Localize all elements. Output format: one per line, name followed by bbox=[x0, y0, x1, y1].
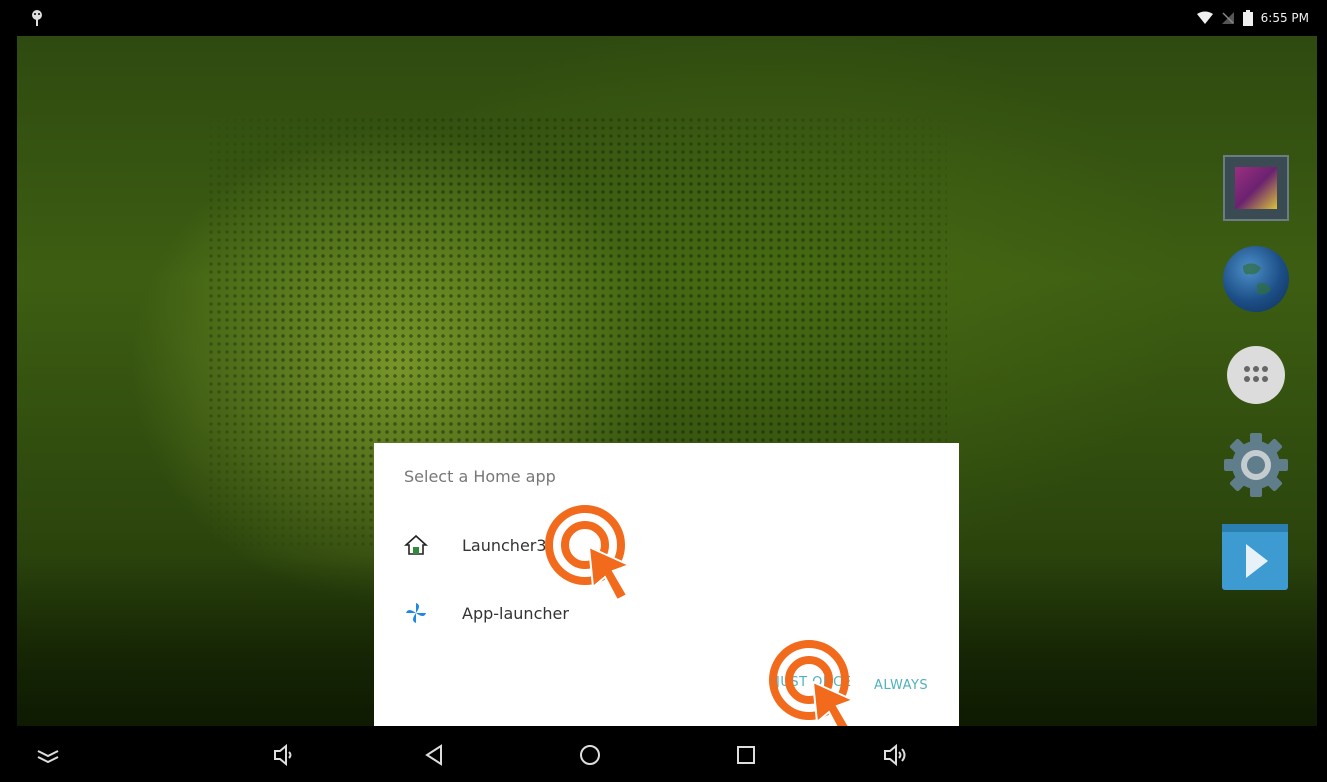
browser-icon[interactable] bbox=[1223, 246, 1289, 312]
status-time: 6:55 PM bbox=[1260, 11, 1309, 25]
volume-down-icon[interactable] bbox=[271, 742, 297, 768]
settings-icon[interactable] bbox=[1223, 432, 1289, 498]
android-debug-icon bbox=[32, 10, 42, 26]
option-label: Launcher3 bbox=[462, 535, 547, 555]
battery-icon bbox=[1242, 10, 1253, 26]
gallery-icon[interactable] bbox=[1223, 155, 1289, 221]
play-store-icon[interactable] bbox=[1222, 524, 1288, 590]
always-button[interactable]: ALWAYS bbox=[874, 678, 928, 693]
navigation-bar bbox=[17, 726, 1317, 782]
hide-nav-icon[interactable] bbox=[35, 742, 61, 768]
select-home-app-dialog: Select a Home app Launcher3 App-launcher… bbox=[374, 443, 959, 726]
status-bar: 6:55 PM bbox=[17, 0, 1317, 36]
option-launcher3[interactable]: Launcher3 bbox=[374, 515, 959, 575]
dialog-title: Select a Home app bbox=[404, 467, 556, 486]
home-icon[interactable] bbox=[577, 742, 603, 768]
tap-indicator-icon bbox=[769, 640, 856, 737]
no-signal-icon bbox=[1221, 12, 1234, 24]
back-icon[interactable] bbox=[421, 742, 447, 768]
pinwheel-icon bbox=[406, 603, 426, 623]
volume-up-icon[interactable] bbox=[883, 742, 909, 768]
option-app-launcher[interactable]: App-launcher bbox=[374, 583, 959, 643]
device-screen: 6:55 PM Select a Home app Launcher3 App-… bbox=[17, 0, 1317, 782]
recents-icon[interactable] bbox=[733, 742, 759, 768]
tap-indicator-icon bbox=[545, 505, 632, 602]
option-label: App-launcher bbox=[462, 603, 569, 623]
home-icon bbox=[404, 534, 428, 555]
all-apps-icon[interactable] bbox=[1227, 346, 1285, 404]
wifi-icon bbox=[1196, 11, 1213, 24]
